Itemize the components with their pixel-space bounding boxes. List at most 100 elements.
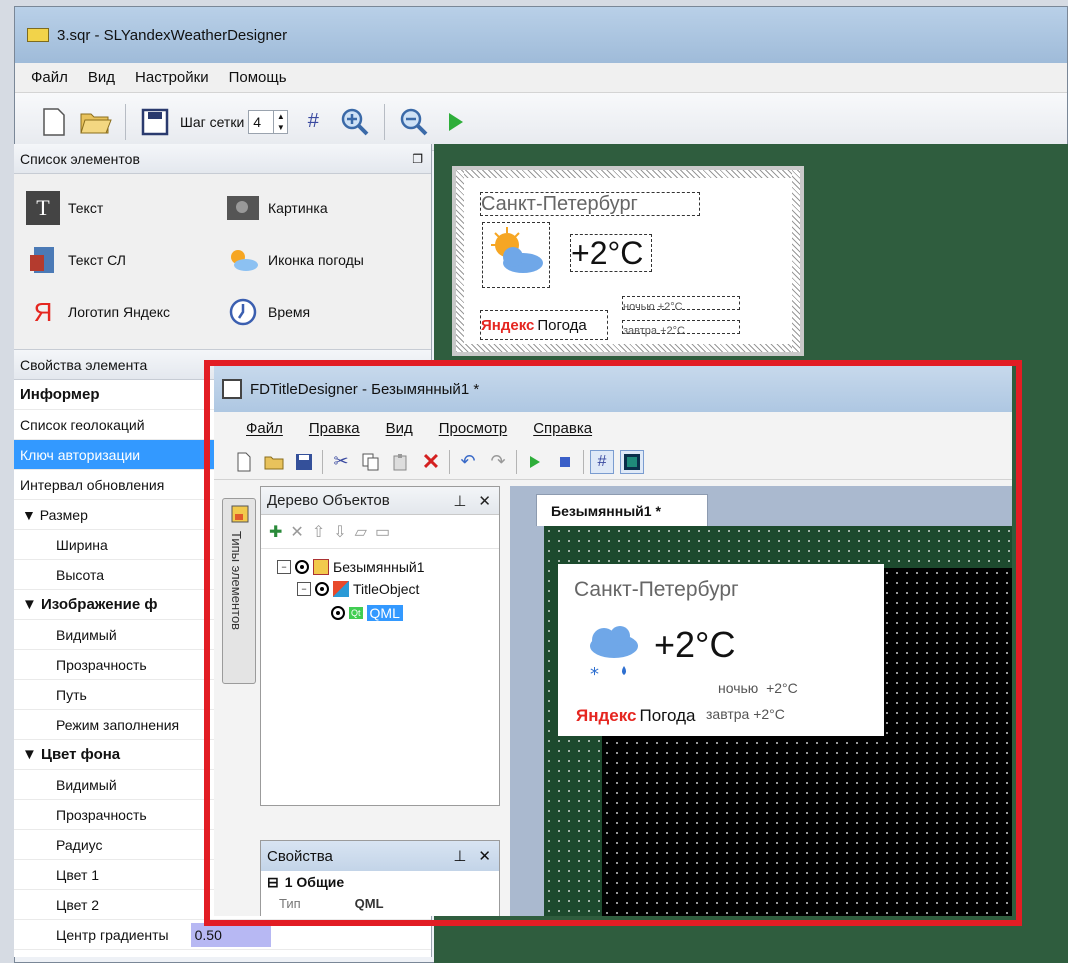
close-icon[interactable]: ✕	[478, 492, 491, 510]
property-label: ▼ Размер	[22, 506, 88, 523]
object-tree-toolbar: ✚ ✕ ⇧ ⇩ ▱ ▭	[261, 515, 499, 549]
stop-icon	[560, 456, 570, 467]
tree-node-qml[interactable]: Qt QML	[331, 605, 403, 621]
menu-settings[interactable]: Настройки	[135, 69, 209, 86]
remove-object-icon[interactable]: ✕	[290, 522, 303, 542]
card-tomorrow: завтра +2°C	[706, 706, 785, 722]
element-image[interactable]: Картинка	[226, 191, 426, 225]
visibility-icon[interactable]	[315, 582, 329, 596]
pin-icon[interactable]: ⊥	[453, 847, 466, 865]
fd-design-canvas[interactable]: Санкт-Петербург * +2°C Яндекс Погода ночь…	[544, 526, 1012, 916]
property-label: ▼ Изображение ф	[22, 596, 158, 613]
element-yandex-logo[interactable]: Я Логотип Яндекс	[26, 295, 226, 329]
grid-step-spinner[interactable]: 4 ▲ ▼	[248, 109, 289, 134]
fd-title-designer-window: FDTitleDesigner - Безымянный1 * Файл Пра…	[214, 366, 1012, 916]
new-file-icon	[43, 107, 65, 136]
fd-menu-view[interactable]: Вид	[386, 420, 413, 437]
props-row-type[interactable]: Тип QML	[261, 893, 499, 913]
element-sl-text[interactable]: Текст СЛ	[26, 243, 226, 277]
preview-night[interactable]: ночью +2°C	[622, 296, 740, 313]
fd-delete-button[interactable]: ✕	[419, 449, 443, 474]
copy-icon	[362, 453, 379, 470]
preview-yandex-logo[interactable]: Яндекс Погода	[480, 310, 608, 340]
app-icon	[27, 28, 49, 42]
card-yandex-logo: Яндекс Погода	[576, 706, 696, 725]
visibility-icon[interactable]	[295, 560, 309, 574]
undo-icon: ↶	[460, 451, 476, 471]
zoom-in-button[interactable]	[338, 105, 372, 139]
open-button[interactable]	[79, 105, 113, 139]
fd-menu-edit[interactable]: Правка	[309, 420, 360, 437]
move-up-icon[interactable]: ⇧	[312, 522, 325, 542]
fd-run-button[interactable]	[523, 450, 547, 474]
property-label: Центр градиенты	[56, 926, 169, 943]
grid-button[interactable]: #	[296, 105, 330, 139]
fd-undo-button[interactable]: ↶	[456, 450, 480, 474]
tree-node-titleobject[interactable]: − TitleObject	[297, 581, 419, 597]
move-down-icon[interactable]: ⇩	[333, 522, 346, 542]
fd-window-title: FDTitleDesigner - Безымянный1 *	[250, 380, 480, 398]
properties-panel-title: Свойства элемента	[20, 356, 148, 373]
fd-menu-file[interactable]: Файл	[246, 420, 283, 437]
add-object-icon[interactable]: ✚	[269, 522, 282, 542]
fd-new-button[interactable]	[232, 450, 256, 474]
collapse-icon[interactable]: −	[277, 560, 291, 574]
preview-weather-icon[interactable]	[482, 222, 550, 288]
element-text[interactable]: T Текст	[26, 191, 226, 225]
fd-redo-button[interactable]: ↷	[486, 450, 510, 474]
fd-save-button[interactable]	[292, 450, 316, 474]
save-button[interactable]	[138, 105, 172, 139]
fd-open-button[interactable]	[262, 450, 286, 474]
fd-menu-preview[interactable]: Просмотр	[439, 420, 508, 437]
fd-cut-button[interactable]: ✂	[329, 450, 353, 474]
card-temperature: +2°C	[654, 624, 736, 665]
fd-grid-button[interactable]: #	[590, 449, 614, 474]
float-panel-icon[interactable]: ❐	[412, 152, 423, 166]
preview-temperature[interactable]: +2°C	[570, 234, 652, 272]
new-file-button[interactable]	[37, 105, 71, 139]
fd-paste-button[interactable]	[389, 450, 413, 474]
object-icon	[333, 581, 349, 597]
title-icon	[313, 559, 329, 575]
pin-icon[interactable]: ⊥	[453, 492, 466, 510]
menu-bar: Файл Вид Настройки Помощь	[15, 63, 1067, 93]
title-bar: 3.sqr - SLYandexWeatherDesigner	[15, 7, 1067, 63]
zoom-out-button[interactable]	[397, 105, 431, 139]
main-toolbar: Шаг сетки 4 ▲ ▼ #	[15, 93, 1067, 151]
element-weather-icon[interactable]: Иконка погоды	[226, 243, 426, 277]
weather-card[interactable]: Санкт-Петербург * +2°C Яндекс Погода ночь…	[558, 564, 884, 736]
zoom-in-icon	[342, 108, 369, 135]
import-icon[interactable]: ▱	[355, 522, 367, 542]
menu-view[interactable]: Вид	[88, 69, 115, 86]
fd-background-button[interactable]	[620, 449, 644, 474]
fd-menu-help[interactable]: Справка	[533, 420, 592, 437]
property-label: Ширина	[56, 536, 108, 553]
fd-copy-button[interactable]	[359, 450, 383, 474]
menu-help[interactable]: Помощь	[229, 69, 287, 86]
grid-icon: #	[307, 110, 319, 132]
menu-file[interactable]: Файл	[31, 69, 68, 86]
property-value[interactable]: 0.50	[190, 922, 271, 947]
export-icon[interactable]: ▭	[375, 522, 390, 542]
preview-city[interactable]: Санкт-Петербург	[480, 192, 700, 216]
property-label: Видимый	[56, 776, 117, 793]
element-time[interactable]: Время	[226, 295, 426, 329]
tree-node-root[interactable]: − Безымянный1	[277, 559, 425, 575]
element-types-tab[interactable]: Типы элементов	[222, 498, 256, 684]
property-label: ▼ Цвет фона	[22, 746, 121, 763]
collapse-icon[interactable]: −	[297, 582, 311, 596]
spinner-arrows-icon[interactable]: ▲ ▼	[273, 110, 287, 133]
weather-icon	[491, 227, 543, 273]
props-group-general[interactable]: ⊟ 1 Общие	[261, 871, 499, 893]
background-icon	[624, 453, 640, 470]
fd-stop-button[interactable]	[553, 450, 577, 474]
window-title: 3.sqr - SLYandexWeatherDesigner	[57, 26, 288, 44]
close-icon[interactable]: ✕	[478, 847, 491, 865]
preview-informer[interactable]: Санкт-Петербург +2°C Яндекс Погода ночью…	[452, 166, 804, 356]
visibility-icon[interactable]	[331, 606, 345, 620]
tab-document[interactable]: Безымянный1 *	[536, 494, 708, 526]
property-label: Ключ авторизации	[20, 446, 141, 463]
svg-text:*: *	[590, 664, 599, 682]
run-button[interactable]	[439, 105, 473, 139]
preview-tomorrow[interactable]: завтра +2°C	[622, 320, 740, 337]
